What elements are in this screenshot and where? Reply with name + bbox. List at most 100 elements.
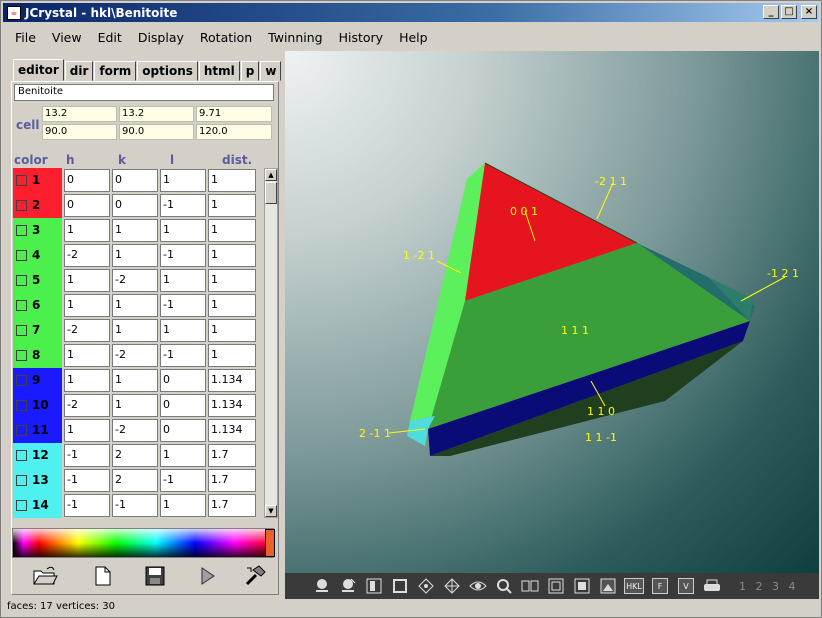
face-l-input[interactable]: 1 (160, 169, 206, 192)
menu-file[interactable]: File (7, 30, 44, 45)
stereo-icon[interactable] (517, 575, 543, 597)
face-visible-checkbox[interactable] (16, 225, 27, 236)
face-k-input[interactable]: -1 (112, 494, 158, 517)
face-dist-input[interactable]: 1 (208, 194, 256, 217)
selected-color-swatch[interactable] (265, 529, 275, 557)
face-k-input[interactable]: 1 (112, 319, 158, 342)
color-palette[interactable] (12, 528, 275, 558)
face-k-input[interactable]: 1 (112, 394, 158, 417)
face-k-input[interactable]: -2 (112, 344, 158, 367)
face-dist-input[interactable]: 1.134 (208, 369, 256, 392)
tab-html[interactable]: html (198, 61, 240, 81)
box-icon[interactable] (569, 575, 595, 597)
crystal-name-input[interactable]: Benitoite (14, 84, 274, 101)
axis-alt-icon[interactable] (439, 575, 465, 597)
face-dist-input[interactable]: 1.134 (208, 394, 256, 417)
face-l-input[interactable]: 1 (160, 269, 206, 292)
crystal-3d-viewport[interactable]: 0 0 1 -2 1 1 1 -2 1 -1 2 1 1 1 1 1 1 0 1… (285, 51, 819, 573)
face-visible-checkbox[interactable] (16, 400, 27, 411)
tab-w[interactable]: w (260, 61, 282, 81)
menu-twinning[interactable]: Twinning (260, 30, 330, 45)
face-color-cell[interactable]: 4 (13, 243, 62, 268)
rotate-alt-icon[interactable] (335, 575, 361, 597)
print-icon[interactable] (699, 575, 725, 597)
face-h-input[interactable]: -1 (64, 494, 110, 517)
face-h-input[interactable]: 1 (64, 369, 110, 392)
minimize-button[interactable]: _ (763, 5, 779, 19)
open-folder-icon[interactable] (30, 562, 60, 590)
face-color-cell[interactable]: 6 (13, 293, 62, 318)
face-visible-checkbox[interactable] (16, 275, 27, 286)
face-visible-checkbox[interactable] (16, 325, 27, 336)
cell-c-input[interactable]: 9.71 (196, 106, 272, 122)
face-h-input[interactable]: 0 (64, 194, 110, 217)
face-dist-input[interactable]: 1 (208, 244, 256, 267)
face-k-input[interactable]: 1 (112, 219, 158, 242)
close-button[interactable]: × (801, 5, 817, 19)
face-k-input[interactable]: 2 (112, 444, 158, 467)
scroll-up-button[interactable]: ▲ (265, 169, 277, 181)
face-h-input[interactable]: -1 (64, 469, 110, 492)
face-dist-input[interactable]: 1 (208, 319, 256, 342)
face-l-input[interactable]: 0 (160, 419, 206, 442)
cell-a-input[interactable]: 13.2 (42, 106, 117, 122)
maximize-button[interactable]: □ (781, 5, 797, 19)
face-l-input[interactable]: 1 (160, 319, 206, 342)
face-dist-input[interactable]: 1 (208, 169, 256, 192)
face-h-input[interactable]: 1 (64, 269, 110, 292)
page-numbers[interactable]: 1 2 3 4 (739, 580, 798, 593)
face-color-cell[interactable]: 1 (13, 168, 62, 193)
face-dist-input[interactable]: 1.7 (208, 494, 256, 517)
eye-icon[interactable] (465, 575, 491, 597)
face-l-input[interactable]: 0 (160, 369, 206, 392)
new-file-icon[interactable] (88, 562, 118, 590)
face-h-input[interactable]: 1 (64, 419, 110, 442)
play-icon[interactable] (192, 562, 222, 590)
face-color-cell[interactable]: 10 (13, 393, 62, 418)
zoom-icon[interactable] (491, 575, 517, 597)
face-l-input[interactable]: 1 (160, 494, 206, 517)
cell-alpha-input[interactable]: 90.0 (42, 124, 117, 140)
face-k-input[interactable]: 0 (112, 194, 158, 217)
menu-history[interactable]: History (331, 30, 391, 45)
face-h-input[interactable]: -2 (64, 319, 110, 342)
face-k-input[interactable]: 0 (112, 169, 158, 192)
face-h-input[interactable]: -2 (64, 394, 110, 417)
face-visible-checkbox[interactable] (16, 175, 27, 186)
frame-icon[interactable] (361, 575, 387, 597)
face-visible-checkbox[interactable] (16, 425, 27, 436)
hkl-icon[interactable]: HKL (621, 575, 647, 597)
face-h-input[interactable]: 1 (64, 294, 110, 317)
tab-dir[interactable]: dir (64, 61, 94, 81)
face-color-cell[interactable]: 2 (13, 193, 62, 218)
tab-p[interactable]: p (240, 61, 260, 81)
face-visible-checkbox[interactable] (16, 450, 27, 461)
face-k-input[interactable]: 1 (112, 244, 158, 267)
face-color-cell[interactable]: 5 (13, 268, 62, 293)
face-k-input[interactable]: 1 (112, 369, 158, 392)
face-visible-checkbox[interactable] (16, 250, 27, 261)
face-color-cell[interactable]: 11 (13, 418, 62, 443)
outline-icon[interactable] (543, 575, 569, 597)
face-k-input[interactable]: 2 (112, 469, 158, 492)
face-l-input[interactable]: 0 (160, 394, 206, 417)
face-k-input[interactable]: -2 (112, 269, 158, 292)
face-l-input[interactable]: -1 (160, 244, 206, 267)
face-visible-checkbox[interactable] (16, 475, 27, 486)
square-icon[interactable] (387, 575, 413, 597)
face-h-input[interactable]: 1 (64, 344, 110, 367)
save-icon[interactable] (140, 562, 170, 590)
tab-editor[interactable]: editor (13, 59, 64, 81)
scroll-thumb[interactable] (265, 182, 277, 204)
face-l-input[interactable]: 1 (160, 444, 206, 467)
face-h-input[interactable]: 0 (64, 169, 110, 192)
menu-help[interactable]: Help (391, 30, 436, 45)
face-dist-input[interactable]: 1.7 (208, 444, 256, 467)
face-visible-checkbox[interactable] (16, 500, 27, 511)
face-dist-input[interactable]: 1.134 (208, 419, 256, 442)
face-h-input[interactable]: -2 (64, 244, 110, 267)
menu-edit[interactable]: Edit (90, 30, 130, 45)
face-color-cell[interactable]: 12 (13, 443, 62, 468)
f-icon[interactable]: F (647, 575, 673, 597)
cell-beta-input[interactable]: 90.0 (119, 124, 194, 140)
